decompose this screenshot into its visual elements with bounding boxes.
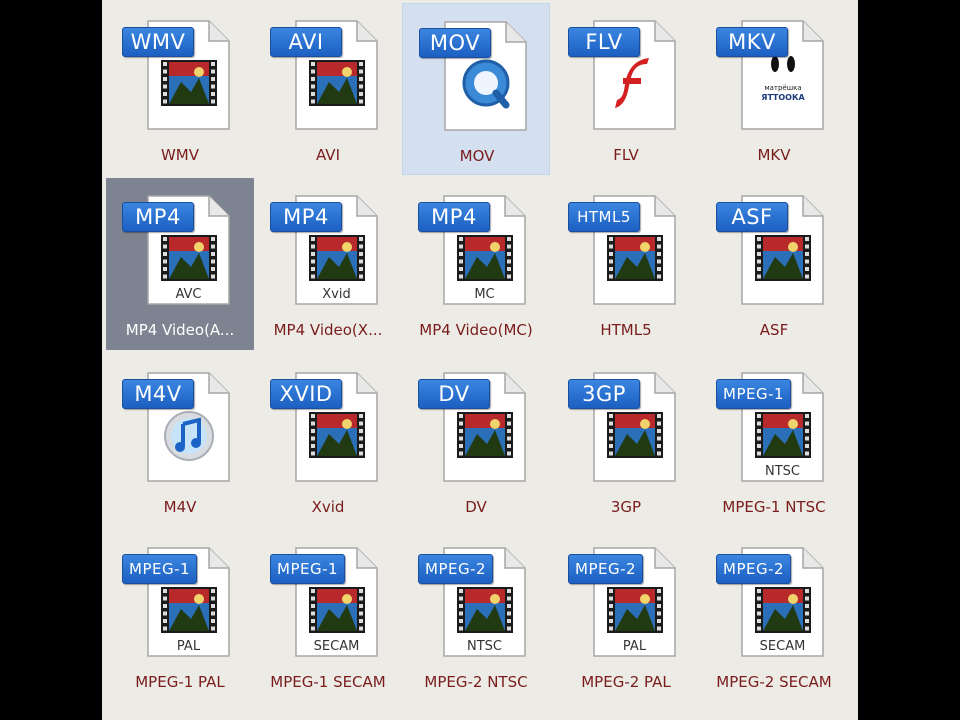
film-strip	[457, 412, 513, 458]
format-caption: DV	[465, 498, 487, 516]
format-tile-wmv[interactable]: WMV WMV	[106, 3, 254, 175]
codec-label: NTSC	[765, 464, 800, 479]
format-badge: HTML5	[568, 202, 640, 232]
format-tile-m4v[interactable]: M4V M4V	[106, 355, 254, 527]
format-badge: FLV	[568, 27, 640, 57]
format-caption: MPEG-2 SECAM	[716, 673, 832, 691]
format-badge: MPEG-2	[418, 554, 494, 584]
format-tile-xvid[interactable]: XVID Xvid	[254, 355, 402, 527]
format-caption: MP4 Video(A...	[125, 321, 235, 339]
format-tile-mp4-video-x[interactable]: Xvid MP4 MP4 Video(X...	[254, 178, 402, 350]
film-strip	[607, 587, 663, 633]
format-tile-asf[interactable]: ASF ASF	[700, 178, 848, 350]
format-caption: AVI	[316, 146, 340, 164]
film-strip	[457, 587, 513, 633]
film-strip	[161, 587, 217, 633]
format-caption: FLV	[613, 146, 639, 164]
svg-text:ЯТТООКА: ЯТТООКА	[761, 93, 805, 102]
format-caption: MP4 Video(X...	[273, 321, 383, 339]
format-tile-mpeg-2-pal[interactable]: PAL MPEG-2 MPEG-2 PAL	[552, 530, 700, 702]
svg-text:матрёшка: матрёшка	[764, 84, 801, 92]
film-strip	[309, 412, 365, 458]
format-caption: MOV	[459, 147, 495, 165]
format-caption: ASF	[759, 321, 789, 339]
format-badge: MOV	[419, 28, 491, 58]
film-strip	[309, 235, 365, 281]
film-strip	[161, 60, 217, 106]
format-tile-mp4-video-mc[interactable]: MC MP4 MP4 Video(MC)	[402, 178, 550, 350]
format-tile-mpeg-2-secam[interactable]: SECAM MPEG-2 MPEG-2 SECAM	[700, 530, 848, 702]
format-caption: 3GP	[610, 498, 642, 516]
codec-label: Xvid	[322, 287, 351, 302]
film-strip	[755, 235, 811, 281]
format-badge: MPEG-1	[122, 554, 198, 584]
format-caption: Xvid	[311, 498, 345, 516]
format-tile-flv[interactable]: FLV FLV	[552, 3, 700, 175]
format-badge: MPEG-1	[270, 554, 346, 584]
format-badge: MP4	[122, 202, 194, 232]
format-badge: MKV	[716, 27, 788, 57]
format-badge: MP4	[418, 202, 490, 232]
format-badge: ASF	[716, 202, 788, 232]
format-caption: MPEG-2 NTSC	[424, 673, 528, 691]
film-strip	[755, 412, 811, 458]
codec-label: NTSC	[467, 639, 502, 654]
format-tile-mov[interactable]: MOV MOV	[402, 3, 550, 175]
film-strip	[607, 235, 663, 281]
format-badge: MP4	[270, 202, 342, 232]
format-tile-avi[interactable]: AVI AVI	[254, 3, 402, 175]
format-tile-dv[interactable]: DV DV	[402, 355, 550, 527]
codec-label: MC	[474, 287, 495, 302]
film-strip	[457, 235, 513, 281]
format-caption: MKV	[757, 146, 791, 164]
format-tile-mpeg-1-ntsc[interactable]: NTSC MPEG-1 MPEG-1 NTSC	[700, 355, 848, 527]
film-strip	[755, 587, 811, 633]
format-caption: MP4 Video(MC)	[419, 321, 533, 339]
format-badge: 3GP	[568, 379, 640, 409]
format-badge: MPEG-2	[716, 554, 792, 584]
format-panel: WMV WMV AVI AVI MOV MOV FLV FLV матрёшка…	[102, 0, 858, 720]
format-caption: MPEG-2 PAL	[581, 673, 671, 691]
film-strip	[309, 587, 365, 633]
format-grid: WMV WMV AVI AVI MOV MOV FLV FLV матрёшка…	[102, 0, 858, 720]
format-badge: DV	[418, 379, 490, 409]
format-tile-html5[interactable]: HTML5 HTML5	[552, 178, 700, 350]
format-caption: MPEG-1 NTSC	[722, 498, 826, 516]
format-caption: WMV	[160, 146, 200, 164]
format-caption: M4V	[163, 498, 197, 516]
format-badge: MPEG-1	[716, 379, 792, 409]
codec-label: PAL	[622, 639, 647, 654]
format-badge: MPEG-2	[568, 554, 644, 584]
film-strip	[607, 412, 663, 458]
codec-label: SECAM	[313, 639, 360, 654]
format-badge: M4V	[122, 379, 194, 409]
film-strip	[161, 235, 217, 281]
format-tile-mpeg-1-pal[interactable]: PAL MPEG-1 MPEG-1 PAL	[106, 530, 254, 702]
codec-label: SECAM	[759, 639, 806, 654]
format-caption: MPEG-1 PAL	[135, 673, 225, 691]
format-tile-mp4-video-a[interactable]: AVC MP4 MP4 Video(A...	[106, 178, 254, 350]
codec-label: PAL	[176, 639, 201, 654]
film-strip	[309, 60, 365, 106]
format-badge: XVID	[270, 379, 342, 409]
format-badge: AVI	[270, 27, 342, 57]
format-tile-mpeg-2-ntsc[interactable]: NTSC MPEG-2 MPEG-2 NTSC	[402, 530, 550, 702]
format-tile-3gp[interactable]: 3GP 3GP	[552, 355, 700, 527]
format-caption: HTML5	[600, 321, 652, 339]
format-tile-mpeg-1-secam[interactable]: SECAM MPEG-1 MPEG-1 SECAM	[254, 530, 402, 702]
format-tile-mkv[interactable]: матрёшка ЯТТООКА MKV MKV	[700, 3, 848, 175]
format-badge: WMV	[122, 27, 194, 57]
format-caption: MPEG-1 SECAM	[270, 673, 386, 691]
codec-label: AVC	[175, 287, 202, 302]
